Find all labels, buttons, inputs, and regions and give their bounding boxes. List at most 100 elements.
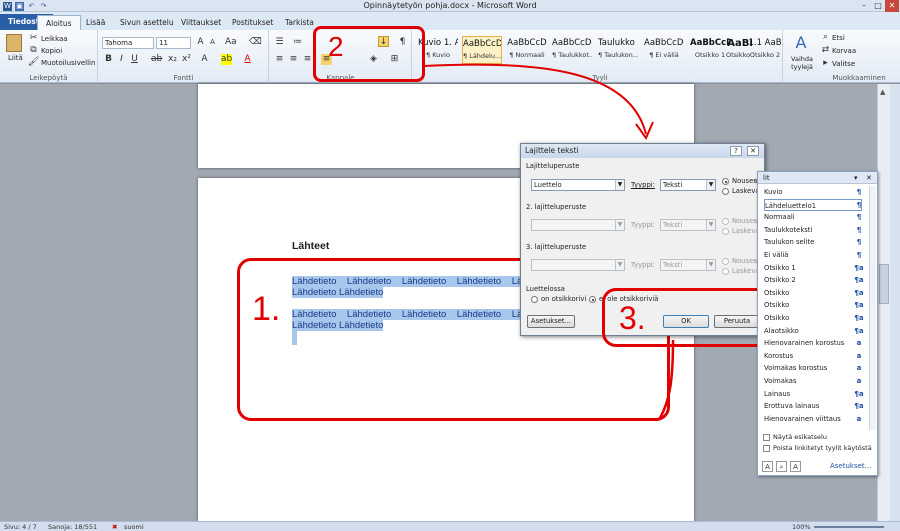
sort-by-select[interactable]: Luettelo ▼ <box>531 179 625 191</box>
options-button[interactable]: Asetukset... <box>527 315 575 328</box>
scroll-up-icon[interactable]: ▲ <box>880 88 888 96</box>
minimize-icon[interactable]: – <box>857 0 871 12</box>
paste-icon[interactable] <box>6 34 22 52</box>
bullets-icon[interactable]: ☰ <box>274 37 285 48</box>
style-list-item[interactable]: Ei väliä <box>764 249 862 261</box>
annotation-label-3: 3. <box>619 300 646 336</box>
italic-icon[interactable]: I <box>116 54 127 65</box>
underline-icon[interactable]: U <box>129 54 140 65</box>
format-painter-button[interactable]: Muotoilusivellin <box>41 59 95 67</box>
style-list-item[interactable]: Kuvio <box>764 186 862 198</box>
tab-mailings[interactable]: Postitukset <box>224 15 281 30</box>
ascending-radio-3[interactable] <box>722 258 729 265</box>
replace-button[interactable]: Korvaa <box>832 47 856 55</box>
style-list-item[interactable]: Korostus <box>764 350 862 362</box>
style-item[interactable]: AaBbCcD Otsikko 1 <box>690 36 730 64</box>
pane-close-icon[interactable]: ✕ <box>866 172 872 184</box>
language[interactable]: suomi <box>124 522 144 531</box>
type-select[interactable]: Teksti ▼ <box>660 179 716 191</box>
maximize-icon[interactable]: □ <box>871 0 885 12</box>
bold-icon[interactable]: B <box>103 54 114 65</box>
find-button[interactable]: Etsi <box>832 34 845 42</box>
cut-button[interactable]: Leikkaa <box>41 35 68 43</box>
change-styles-button[interactable]: Vaihda tyylejä <box>787 55 817 71</box>
zoom-level[interactable]: 100% <box>792 522 811 531</box>
styles-scrollbar[interactable] <box>869 186 876 430</box>
font-color-icon[interactable]: A <box>242 54 253 65</box>
change-styles-icon[interactable]: A <box>790 33 812 53</box>
type-select-3[interactable]: Teksti ▼ <box>660 259 716 271</box>
tab-page-layout[interactable]: Sivun asettelu <box>112 15 182 30</box>
style-inspector-icon[interactable]: ⌕ <box>776 461 787 472</box>
align-right-icon[interactable]: ≡ <box>302 54 313 65</box>
header-yes-radio[interactable] <box>531 296 538 303</box>
copy-icon: ⧉ <box>30 45 37 55</box>
select-button[interactable]: Valitse <box>832 60 855 68</box>
font-name-select[interactable]: Tahoma <box>102 37 154 49</box>
change-case-icon[interactable]: Aa <box>225 37 237 48</box>
style-list-item[interactable]: Hienovarainen korostus <box>764 337 862 349</box>
style-item[interactable]: 1.1 AaB Otsikko 2 <box>748 36 782 64</box>
proofing-icon[interactable]: ✖ <box>112 522 117 531</box>
paste-button[interactable]: Liitä <box>8 54 23 62</box>
then-by-select[interactable]: ▼ <box>531 219 625 231</box>
grow-font-icon[interactable]: A <box>195 37 206 48</box>
ascending-radio[interactable] <box>722 178 729 185</box>
descending-radio[interactable] <box>722 188 729 195</box>
tab-home[interactable]: Aloitus <box>37 15 81 30</box>
style-list-item[interactable]: Normaali <box>764 211 862 223</box>
tab-insert[interactable]: Lisää <box>78 15 113 30</box>
descending-radio-3[interactable] <box>722 268 729 275</box>
numbering-icon[interactable]: ≔ <box>292 37 303 48</box>
style-list-item[interactable]: Otsikko 1 <box>764 262 862 274</box>
align-center-icon[interactable]: ≡ <box>288 54 299 65</box>
style-list-item[interactable]: Otsikko <box>764 312 862 324</box>
subscript-icon[interactable]: x₂ <box>167 54 178 65</box>
then-by2-select[interactable]: ▼ <box>531 259 625 271</box>
manage-styles-icon[interactable]: A <box>790 461 801 472</box>
help-icon[interactable]: ? <box>730 146 742 156</box>
style-list-item[interactable]: Otsikko <box>764 287 862 299</box>
style-list-item[interactable]: Voimakas korostus <box>764 362 862 374</box>
pane-menu-icon[interactable]: ▾ <box>854 172 858 184</box>
new-style-icon[interactable]: A <box>762 461 773 472</box>
vertical-scrollbar[interactable]: ▲ <box>877 84 890 521</box>
highlight-icon[interactable]: ab <box>221 54 232 65</box>
tab-references[interactable]: Viittaukset <box>173 15 229 30</box>
style-list-item[interactable]: Alaotsikko <box>764 325 862 337</box>
header-no-radio[interactable] <box>589 296 596 303</box>
align-left-icon[interactable]: ≡ <box>274 54 285 65</box>
word-count[interactable]: Sanoja: 18/551 <box>48 522 97 531</box>
descending-radio-2[interactable] <box>722 228 729 235</box>
style-list-item[interactable]: Voimakas <box>764 375 862 387</box>
style-list-item[interactable]: Lainaus <box>764 388 862 400</box>
window-title: Opinnäytetyön pohja.docx - Microsoft Wor… <box>363 1 537 10</box>
disable-linked-label: Poista linkitetyt tyylit käytöstä <box>773 444 872 452</box>
show-preview-checkbox[interactable] <box>763 434 770 441</box>
scroll-thumb[interactable] <box>879 264 889 304</box>
clear-format-icon[interactable]: ⌫ <box>249 37 262 48</box>
style-list-item[interactable]: Otsikko 2 <box>764 274 862 286</box>
style-list-item[interactable]: Taulukon selite <box>764 236 862 248</box>
ascending-radio-2[interactable] <box>722 218 729 225</box>
page-count[interactable]: Sivu: 4 / 7 <box>4 522 37 531</box>
style-list-item[interactable]: Taulukkoteksti <box>764 224 862 236</box>
dialog-title: Lajittele teksti <box>521 144 764 158</box>
strikethrough-icon[interactable]: ab <box>151 54 162 65</box>
shrink-font-icon[interactable]: A <box>207 37 218 48</box>
style-type-icon: ¶ <box>856 213 862 222</box>
disable-linked-checkbox[interactable] <box>763 445 770 452</box>
style-list-item[interactable]: Otsikko <box>764 299 862 311</box>
style-list-item[interactable]: Erottuva lainaus <box>764 400 862 412</box>
close-icon[interactable]: ✕ <box>885 0 899 12</box>
dialog-close-icon[interactable]: ✕ <box>747 146 759 156</box>
superscript-icon[interactable]: x² <box>181 54 192 65</box>
font-size-select[interactable]: 11 <box>156 37 191 49</box>
style-list-item[interactable]: Lähdeluettelo1 <box>764 198 862 211</box>
styles-options-link[interactable]: Asetukset... <box>830 462 871 470</box>
copy-button[interactable]: Kopioi <box>41 47 62 55</box>
type-select-2[interactable]: Teksti ▼ <box>660 219 716 231</box>
zoom-slider[interactable] <box>814 526 884 528</box>
text-effects-icon[interactable]: A <box>199 54 210 65</box>
style-list-item[interactable]: Hienovarainen viittaus <box>764 413 862 425</box>
